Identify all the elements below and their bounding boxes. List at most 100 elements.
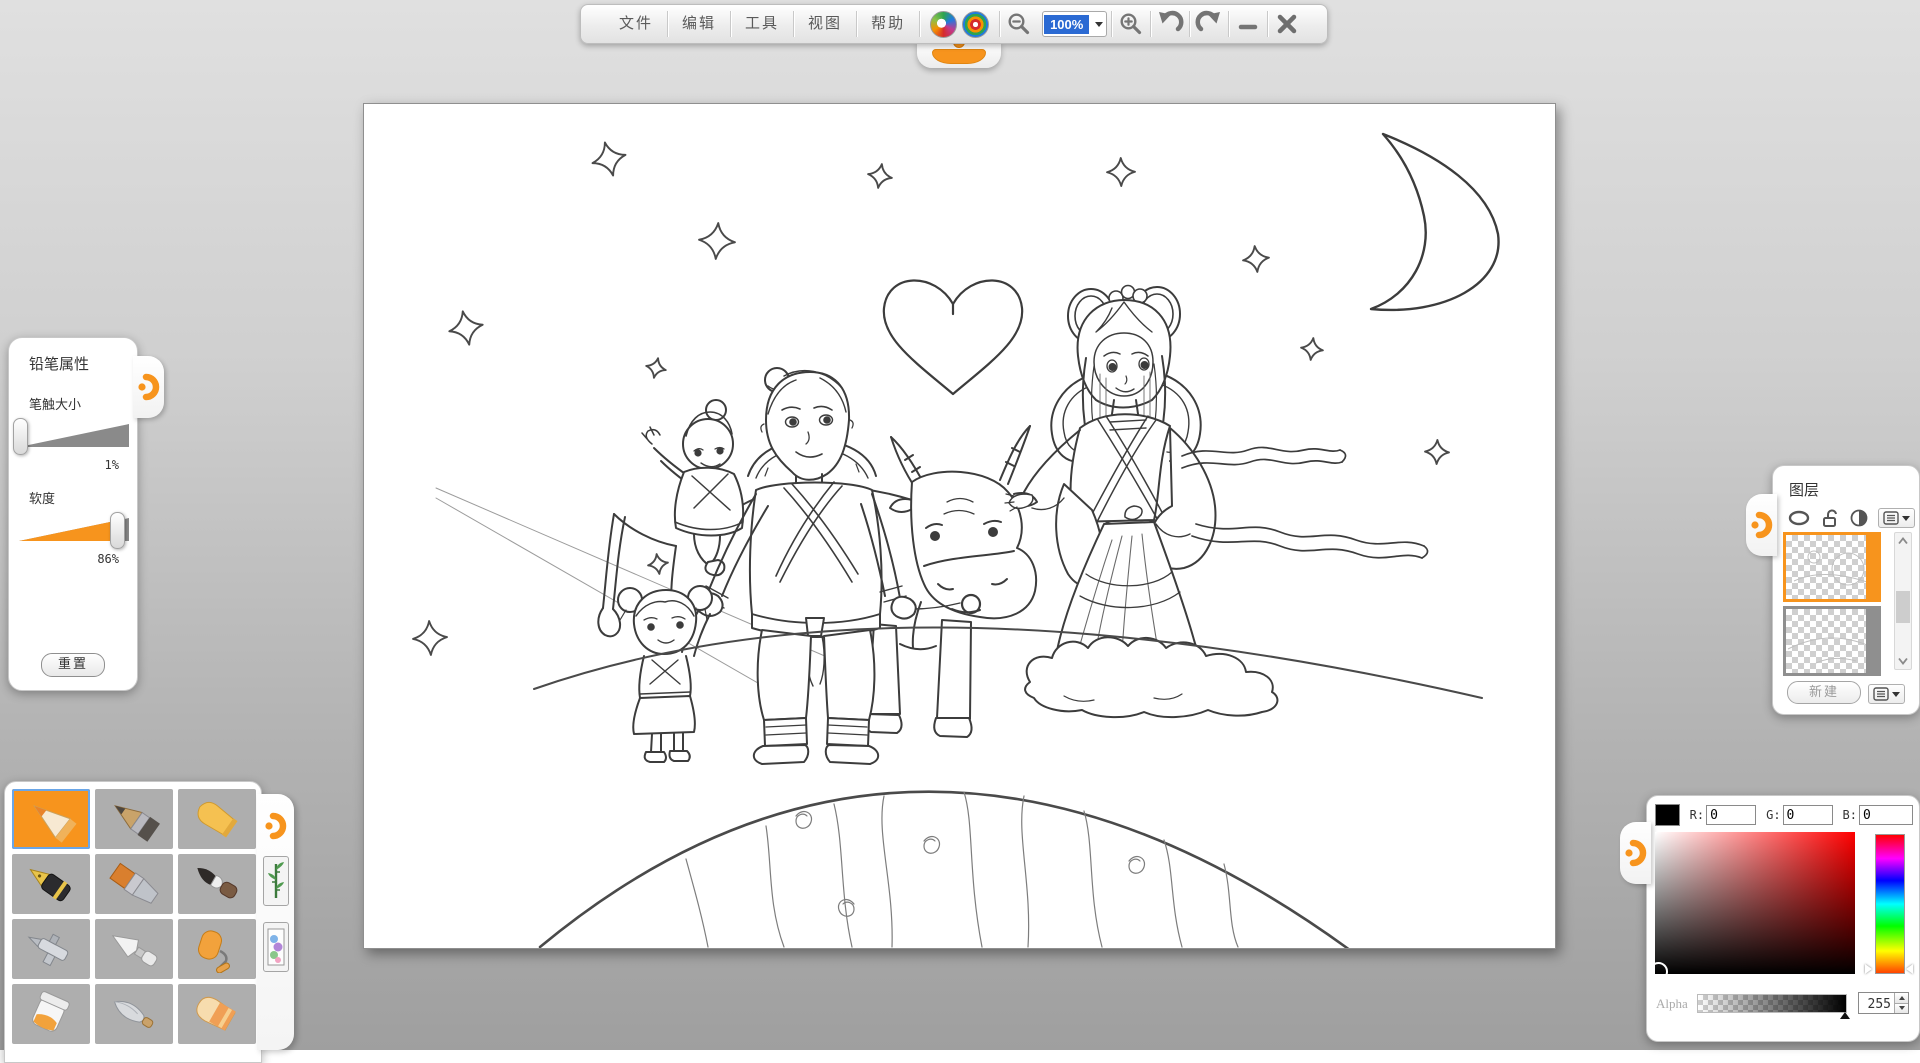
scroll-up-icon[interactable] [1895,534,1911,548]
tool-palette-knife[interactable] [95,919,173,979]
tool-paint-jar[interactable] [12,984,90,1044]
mascot-clown-eyes-icon [920,11,999,38]
brush-size-slider-thumb[interactable] [13,418,28,455]
redo-button[interactable] [1190,8,1228,40]
tool-palette-drag-tab[interactable] [257,794,294,1050]
paint-roller-icon [186,925,248,973]
undo-button[interactable] [1151,8,1189,40]
layers-panel: 图层 [1772,465,1920,715]
scrollbar-thumb[interactable] [1896,591,1910,623]
dropdown-caret-icon [1902,516,1910,521]
alpha-input[interactable] [1859,993,1894,1013]
dropdown-caret-icon [1892,692,1900,697]
redo-icon [1195,10,1223,38]
milky-way-river [540,792,1366,948]
picture-stamp-button[interactable] [263,922,289,972]
tool-paint-roller[interactable] [178,919,256,979]
layer-list [1783,532,1883,672]
close-button[interactable] [1268,8,1306,40]
panel-drag-handle[interactable] [1746,494,1777,556]
tool-palette-panel [4,781,262,1063]
zoom-level-field[interactable]: 100% [1042,11,1107,37]
brush-size-label: 笔触大小 [29,394,137,413]
new-layer-button[interactable]: 新建 [1787,681,1861,704]
r-input[interactable] [1706,805,1756,825]
g-input[interactable] [1783,805,1833,825]
undo-icon [1156,10,1184,38]
tool-charcoal-pencil[interactable] [95,789,173,849]
layers-scrollbar[interactable] [1894,532,1912,670]
weaver-girl-figure [1005,286,1428,718]
panel-drag-handle[interactable] [133,356,164,418]
alpha-spin-up-button[interactable] [1895,993,1908,1003]
brush-size-value: 1% [9,458,137,472]
carving-knife-icon [103,990,165,1038]
orange-grip-icon [1624,839,1648,867]
alpha-marker-icon [1840,1012,1850,1019]
menu-tools[interactable]: 工具 [731,6,793,42]
layer-1-preview [1786,535,1878,599]
pencil-properties-panel: 铅笔属性 笔触大小 1% 软度 86% 重置 [8,337,138,691]
b-input[interactable] [1859,805,1913,825]
tool-airbrush[interactable] [12,919,90,979]
layer-item-2[interactable] [1783,606,1881,676]
reset-button[interactable]: 重置 [41,653,105,677]
zoom-in-button[interactable] [1112,8,1150,40]
minimize-icon [1236,12,1260,36]
layer-item-1[interactable] [1783,532,1881,602]
list-icon [1873,687,1889,701]
layer-lock-icon[interactable] [1820,508,1840,528]
layer-opacity-icon[interactable] [1849,508,1869,528]
layers-menu-button[interactable] [1868,684,1905,704]
magnifier-minus-icon [1006,11,1032,37]
clown-right-eye-icon [962,11,989,38]
mascot-drag-tab[interactable] [917,41,1001,68]
tool-pencil[interactable] [12,789,90,849]
hue-marker-right-icon[interactable] [1906,964,1913,974]
tool-carving-knife[interactable] [95,984,173,1044]
layers-panel-title: 图层 [1789,479,1919,500]
orange-grip-icon [1750,511,1774,539]
layer-mode-menu-button[interactable] [1878,508,1915,528]
crescent-moon [1371,134,1499,310]
menu-file[interactable]: 文件 [605,6,667,42]
tool-ink-brush[interactable] [178,854,256,914]
scroll-down-icon[interactable] [1895,654,1911,668]
panel-drag-handle[interactable] [1620,822,1651,884]
g-label: G: [1766,808,1780,822]
layer-visibility-icon[interactable] [1787,508,1811,528]
softness-slider[interactable] [17,509,131,549]
app-background: 文件 编辑 工具 视图 帮助 100% [0,0,1920,1050]
canvas-artwork [364,104,1555,948]
drawing-canvas[interactable] [363,103,1556,949]
saturation-value-square[interactable] [1655,832,1855,974]
minimize-button[interactable] [1229,8,1267,40]
brush-size-slider[interactable] [17,415,131,455]
oil-brush-icon [103,860,165,908]
r-label: R: [1690,808,1704,822]
alpha-spin-down-button[interactable] [1895,1003,1908,1014]
alpha-slider[interactable] [1697,994,1847,1013]
clown-left-eye-icon [930,11,957,38]
hue-bar[interactable] [1875,834,1905,974]
tool-fountain-pen[interactable] [12,854,90,914]
bamboo-stamp-button[interactable] [263,856,289,906]
zoom-out-button[interactable] [1000,8,1038,40]
orange-grip-icon [264,812,288,840]
tool-grid [5,782,261,1051]
cloud [1025,637,1277,717]
menu-edit[interactable]: 编辑 [668,6,730,42]
tool-eraser[interactable] [178,984,256,1044]
zoom-dropdown-caret-icon[interactable] [1095,22,1103,27]
softness-label: 软度 [29,488,137,507]
tool-oil-brush[interactable] [95,854,173,914]
boy-figure [642,400,743,575]
tool-crayon[interactable] [178,789,256,849]
softness-slider-thumb[interactable] [110,512,125,549]
hue-marker-left-icon[interactable] [1865,964,1872,974]
pencil-icon [20,795,82,843]
list-icon [1883,511,1899,525]
menu-help[interactable]: 帮助 [857,6,919,42]
charcoal-pencil-icon [103,795,165,843]
menu-view[interactable]: 视图 [794,6,856,42]
